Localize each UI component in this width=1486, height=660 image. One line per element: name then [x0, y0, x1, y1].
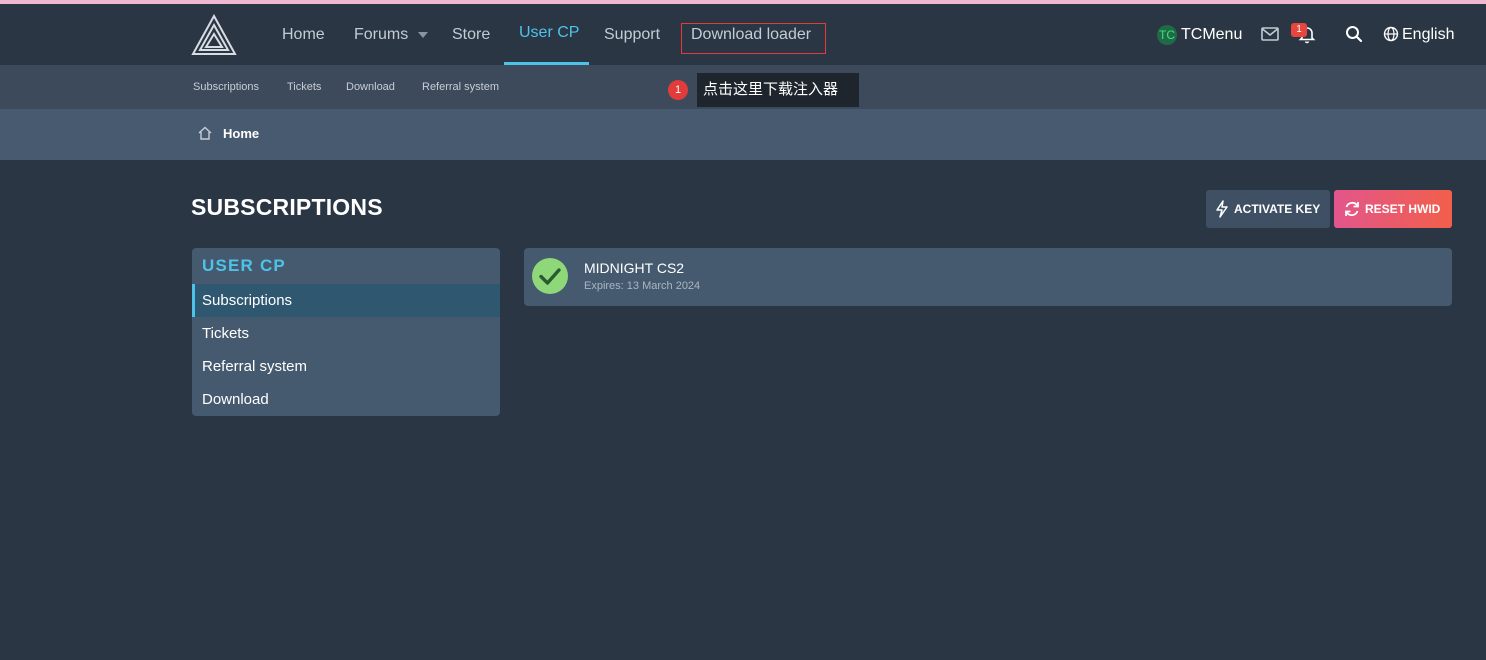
- bolt-icon: [1216, 200, 1228, 218]
- sidebar-item-tickets[interactable]: Tickets: [192, 317, 500, 350]
- check-icon: [539, 268, 561, 285]
- nav-support[interactable]: Support: [604, 4, 660, 65]
- breadcrumb-home-link[interactable]: Home: [223, 109, 259, 158]
- annotation-number-badge: 1: [668, 80, 688, 100]
- subnav-referral-system[interactable]: Referral system: [422, 65, 499, 109]
- sidebar-header: USER CP: [202, 256, 286, 275]
- subnav-download[interactable]: Download: [346, 65, 395, 109]
- status-badge: [532, 258, 568, 294]
- home-icon[interactable]: [197, 125, 213, 141]
- top-navbar: Home Forums Store User CP Support Downlo…: [0, 4, 1486, 65]
- reset-hwid-button[interactable]: RESET HWID: [1334, 190, 1452, 228]
- subscription-expiry: Expires: 13 March 2024: [584, 280, 701, 292]
- language-selector[interactable]: English: [1383, 4, 1454, 65]
- avatar[interactable]: TC: [1157, 25, 1177, 45]
- nav-download-loader[interactable]: Download loader: [691, 4, 811, 65]
- activate-key-label: ACTIVATE KEY: [1234, 202, 1321, 216]
- nav-home[interactable]: Home: [282, 4, 325, 65]
- breadcrumb: Home: [0, 109, 1486, 160]
- nav-user-cp[interactable]: User CP: [519, 4, 579, 65]
- user-cp-sidebar: USER CP Subscriptions Tickets Referral s…: [192, 248, 500, 416]
- nav-store[interactable]: Store: [452, 4, 490, 65]
- refresh-icon: [1345, 201, 1359, 217]
- mail-icon[interactable]: [1260, 24, 1280, 44]
- subscription-name: MIDNIGHT CS2: [584, 260, 685, 276]
- subscription-card[interactable]: MIDNIGHT CS2 Expires: 13 March 2024: [524, 248, 1452, 306]
- sidebar-item-referral-system[interactable]: Referral system: [192, 350, 500, 383]
- user-menu-name[interactable]: TCMenu: [1181, 4, 1242, 65]
- page-title: SUBSCRIPTIONS: [191, 194, 383, 220]
- activate-key-button[interactable]: ACTIVATE KEY: [1206, 190, 1330, 228]
- reset-hwid-label: RESET HWID: [1365, 202, 1441, 216]
- notification-count-badge: 1: [1291, 23, 1307, 37]
- subnav-tickets[interactable]: Tickets: [287, 65, 321, 109]
- sidebar-item-download[interactable]: Download: [192, 383, 500, 416]
- logo-triangle-icon[interactable]: [191, 14, 237, 56]
- nav-forums[interactable]: Forums: [354, 4, 408, 65]
- annotation-tooltip: 点击这里下载注入器: [697, 73, 859, 107]
- sidebar-item-subscriptions[interactable]: Subscriptions: [192, 284, 500, 317]
- subnav-subscriptions[interactable]: Subscriptions: [193, 65, 259, 109]
- chevron-down-icon[interactable]: [418, 32, 428, 38]
- search-icon[interactable]: [1344, 24, 1364, 44]
